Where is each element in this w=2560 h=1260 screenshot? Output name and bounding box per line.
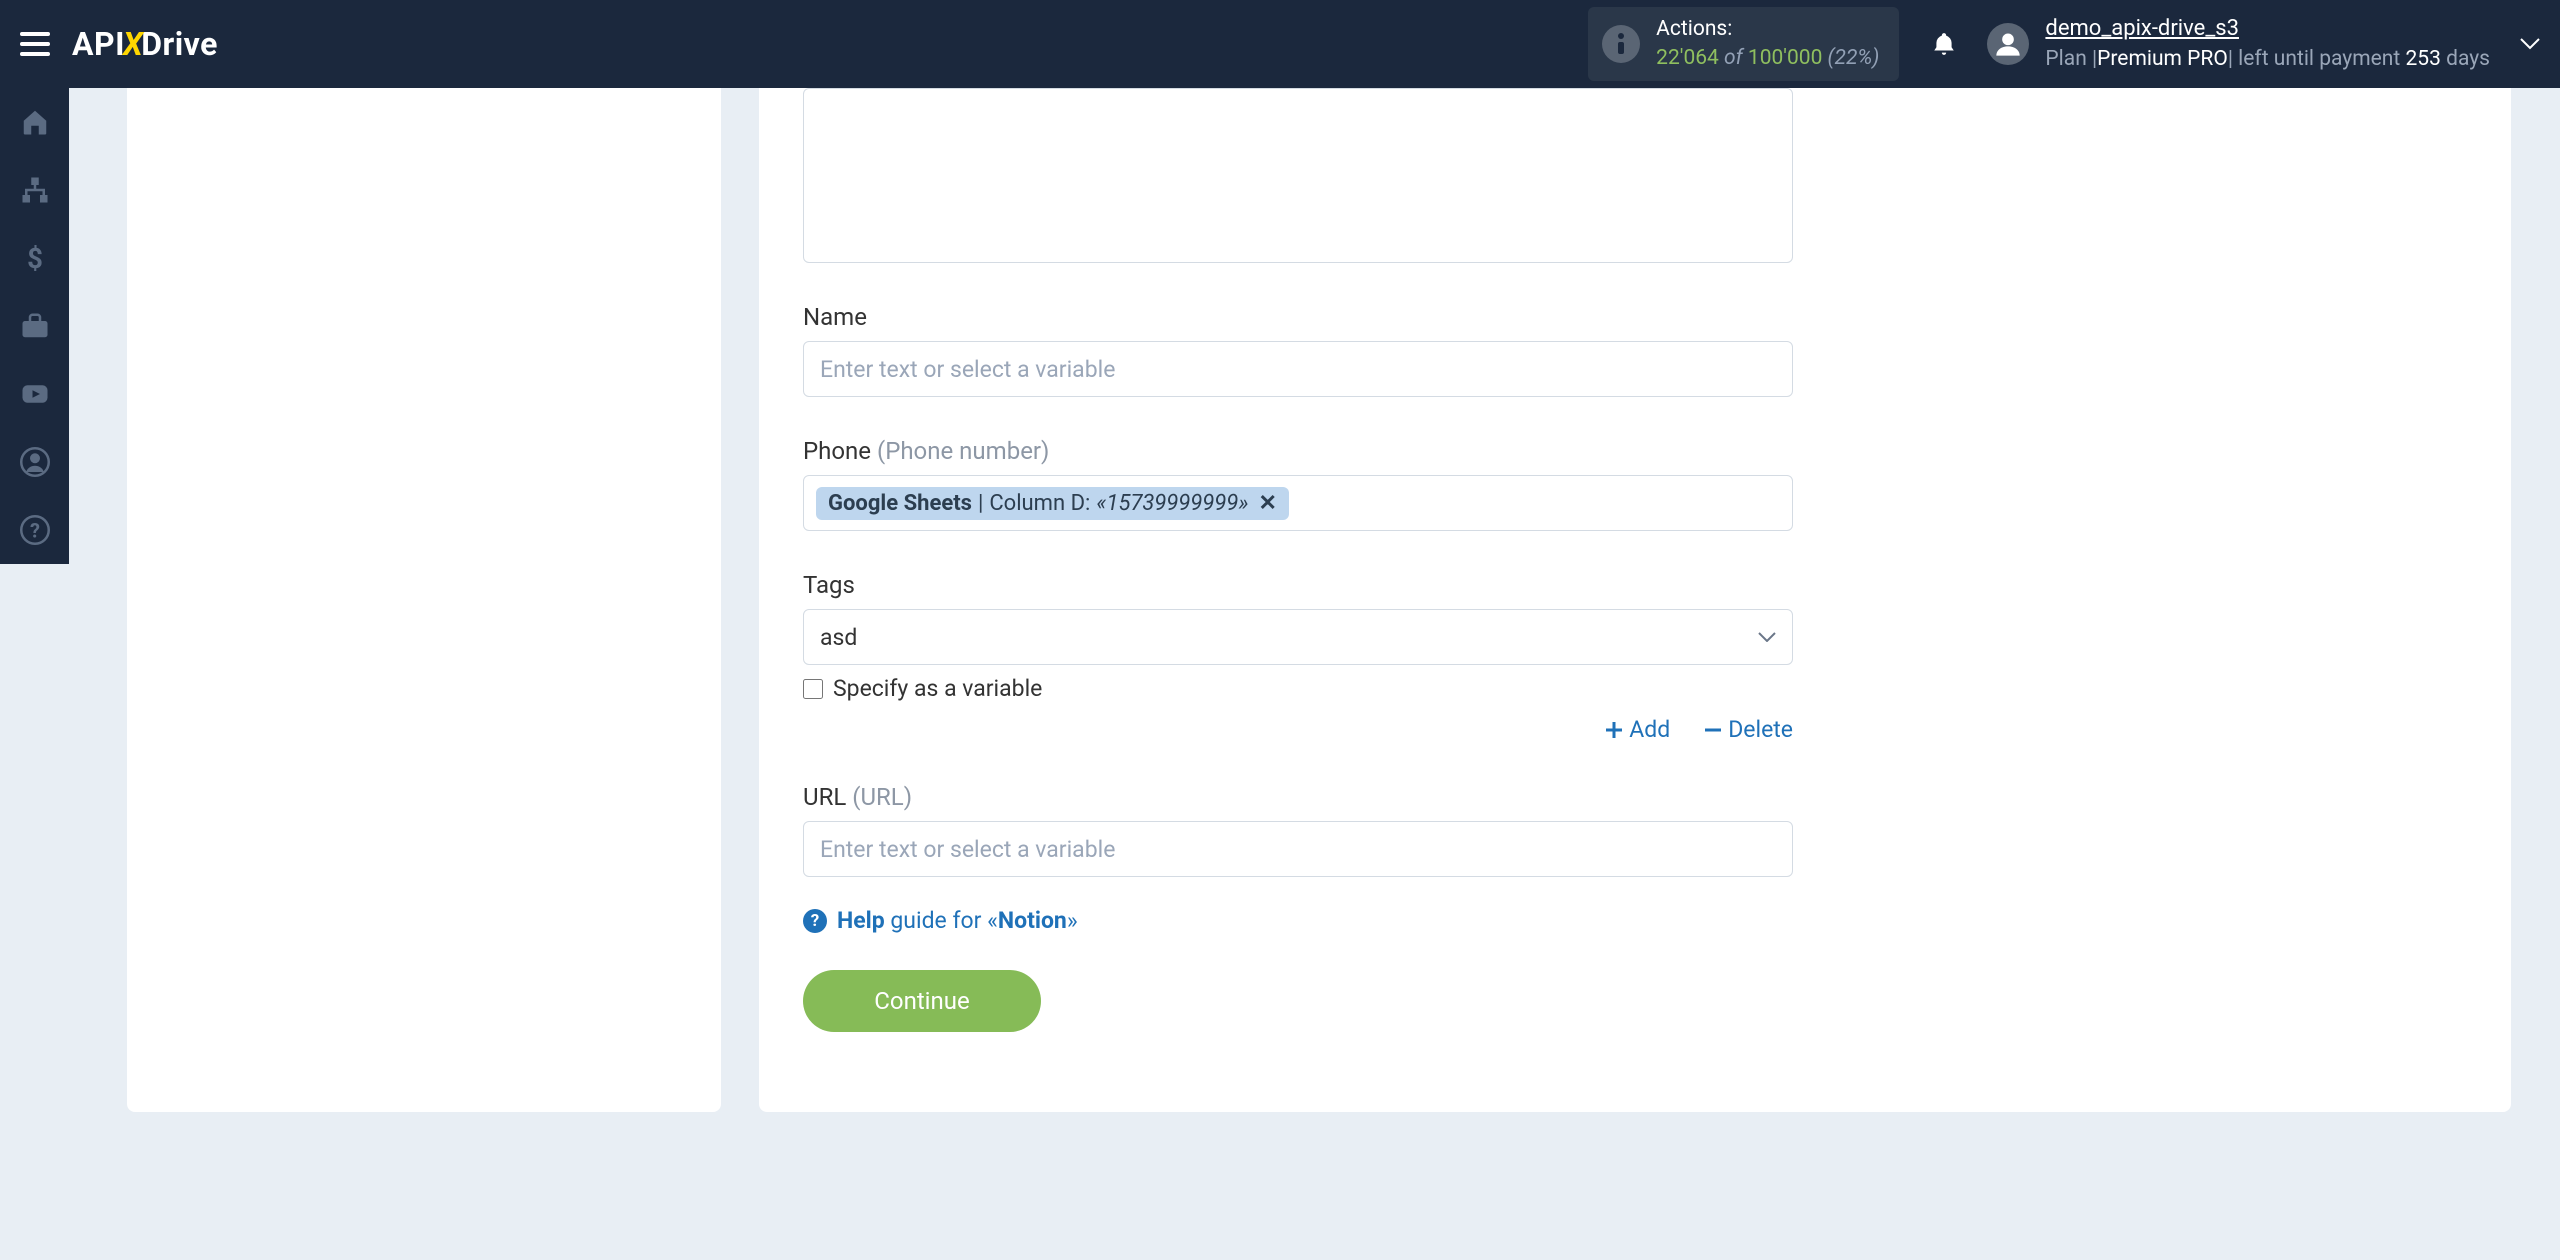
tags-actions: Add Delete xyxy=(803,716,1793,743)
header-right: Actions: 22'064 of 100'000 (22%) demo_ap… xyxy=(1588,0,2560,88)
info-icon xyxy=(1602,25,1640,63)
url-input[interactable] xyxy=(803,821,1793,877)
sidebar-item-connections[interactable] xyxy=(0,156,69,224)
phone-label: Phone (Phone number) xyxy=(803,437,2467,465)
phone-variable-token[interactable]: Google Sheets | Column D: «15739999999» … xyxy=(816,487,1289,520)
minus-icon xyxy=(1704,721,1722,739)
user-menu[interactable]: demo_apix-drive_s3 Plan |Premium PRO| le… xyxy=(1987,14,2490,74)
actions-values: 22'064 of 100'000 (22%) xyxy=(1656,44,1879,73)
chevron-down-icon xyxy=(1758,632,1776,642)
sidebar: $ ? xyxy=(0,88,69,564)
sidebar-item-video[interactable] xyxy=(0,360,69,428)
tags-variable-label: Specify as a variable xyxy=(833,675,1042,702)
sidebar-item-billing[interactable]: $ xyxy=(0,224,69,292)
home-icon xyxy=(20,107,50,137)
logo-part-drive: Drive xyxy=(141,25,218,63)
actions-text: Actions: 22'064 of 100'000 (22%) xyxy=(1656,15,1879,74)
youtube-icon xyxy=(20,379,50,409)
name-label: Name xyxy=(803,303,2467,331)
logo-part-api: API xyxy=(72,25,125,63)
sidebar-item-account[interactable] xyxy=(0,428,69,496)
name-input[interactable] xyxy=(803,341,1793,397)
tags-variable-checkbox-row[interactable]: Specify as a variable xyxy=(803,675,2467,702)
delete-tag-link[interactable]: Delete xyxy=(1704,716,1793,743)
tags-variable-checkbox[interactable] xyxy=(803,679,823,699)
tags-value: asd xyxy=(820,624,857,651)
sidebar-item-help[interactable]: ? xyxy=(0,496,69,564)
tags-label: Tags xyxy=(803,571,2467,599)
briefcase-icon xyxy=(20,311,50,341)
logo[interactable]: APIXDrive xyxy=(72,25,218,63)
bell-icon xyxy=(1931,29,1957,59)
phone-input[interactable]: Google Sheets | Column D: «15739999999» … xyxy=(803,475,1793,531)
url-label: URL (URL) xyxy=(803,783,2467,811)
sidebar-item-home[interactable] xyxy=(0,88,69,156)
svg-text:$: $ xyxy=(27,243,43,273)
sidebar-item-briefcase[interactable] xyxy=(0,292,69,360)
notifications-button[interactable] xyxy=(1919,29,1969,59)
right-panel: Name Phone (Phone number) Google Sheets … xyxy=(759,88,2511,1112)
chevron-down-icon xyxy=(2520,38,2540,50)
question-circle-icon: ? xyxy=(20,515,50,545)
menu-toggle-button[interactable] xyxy=(0,0,69,88)
hamburger-icon xyxy=(20,32,50,56)
continue-button[interactable]: Continue xyxy=(803,970,1041,1032)
plus-icon xyxy=(1605,721,1623,739)
tags-select[interactable]: asd xyxy=(803,609,1793,665)
actions-label: Actions: xyxy=(1656,15,1879,44)
user-circle-icon xyxy=(20,447,50,477)
top-header: APIXDrive Actions: 22'064 of 100'000 (22… xyxy=(0,0,2560,88)
help-guide-link[interactable]: ? Help guide for «Notion» xyxy=(803,907,2467,934)
add-tag-link[interactable]: Add xyxy=(1605,716,1670,743)
main-area: Name Phone (Phone number) Google Sheets … xyxy=(69,88,2560,1260)
dollar-icon: $ xyxy=(20,243,50,273)
left-panel xyxy=(127,88,721,1112)
actions-usage-box[interactable]: Actions: 22'064 of 100'000 (22%) xyxy=(1588,7,1899,82)
user-menu-chevron[interactable] xyxy=(2520,35,2540,54)
user-plan: Plan |Premium PRO| left until payment 25… xyxy=(2045,45,2490,74)
user-text: demo_apix-drive_s3 Plan |Premium PRO| le… xyxy=(2045,14,2490,74)
user-name: demo_apix-drive_s3 xyxy=(2045,14,2490,45)
content-textarea[interactable] xyxy=(803,88,1793,263)
logo-part-x: X xyxy=(123,25,143,63)
avatar-icon xyxy=(1987,23,2029,65)
svg-text:?: ? xyxy=(30,519,40,543)
remove-token-button[interactable]: ✕ xyxy=(1258,491,1276,516)
sitemap-icon xyxy=(20,175,50,205)
help-icon: ? xyxy=(803,909,827,933)
